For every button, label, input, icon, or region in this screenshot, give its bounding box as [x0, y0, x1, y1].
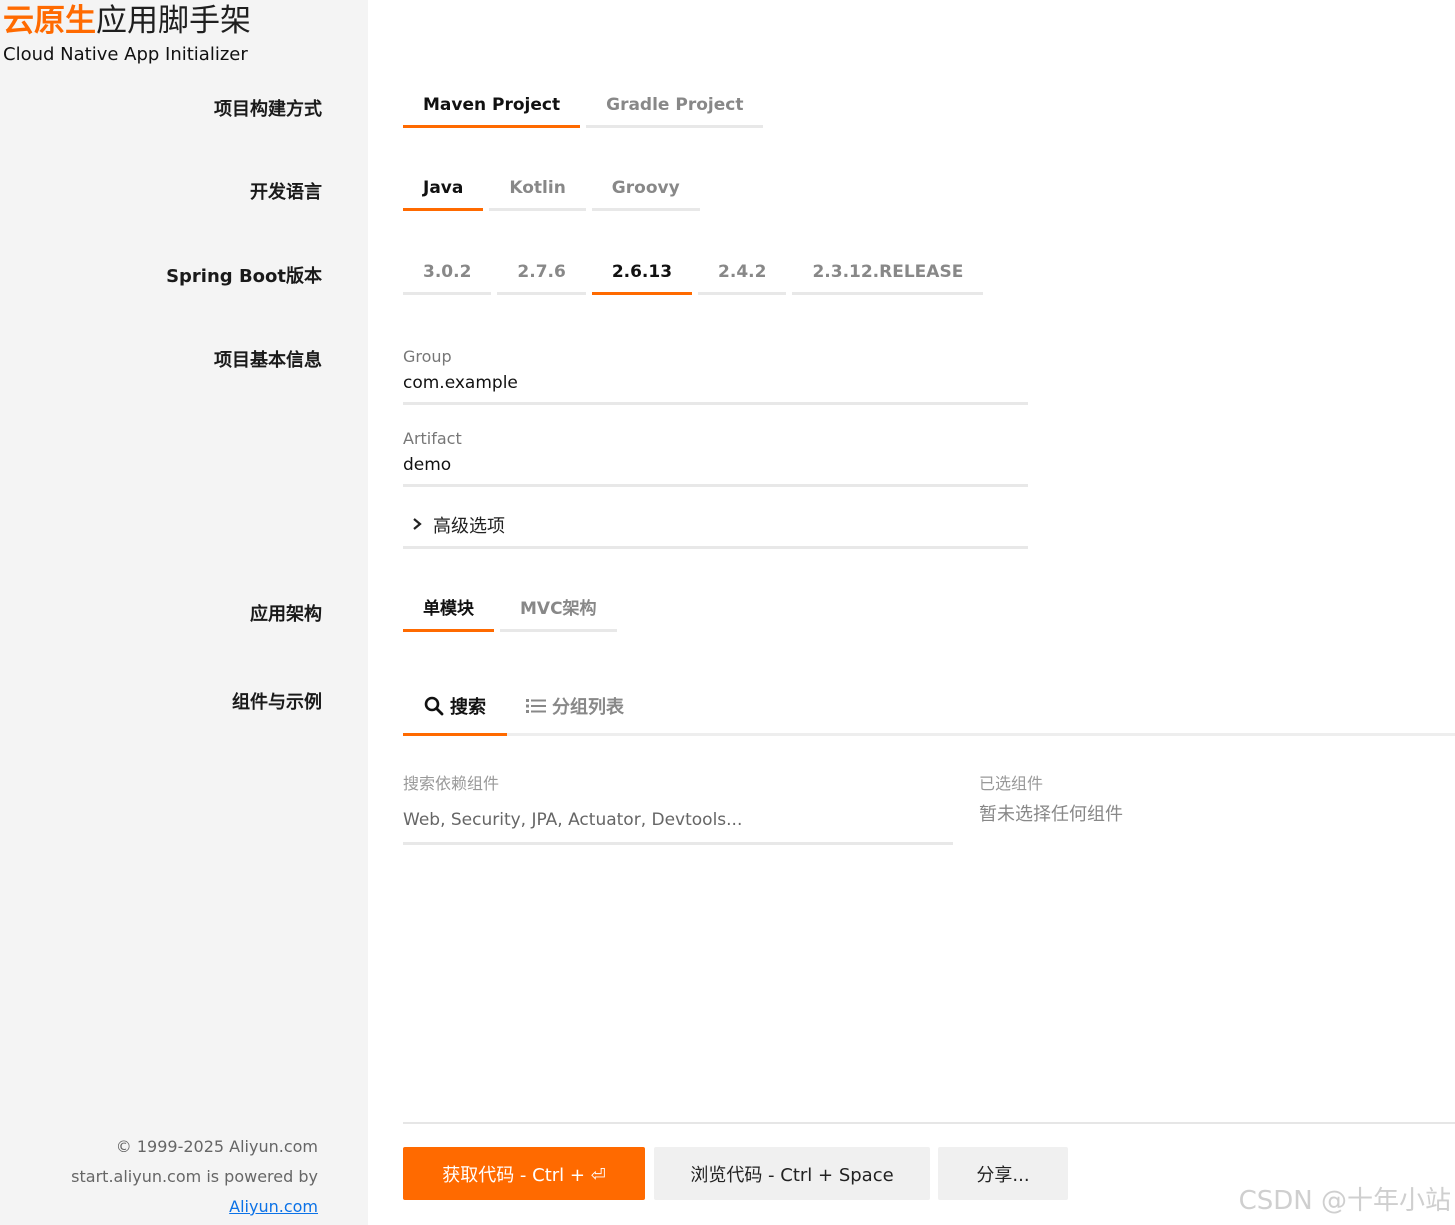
- artifact-label: Artifact: [403, 429, 462, 448]
- group-label: Group: [403, 347, 452, 366]
- components-tabs: 搜索 分组列表: [403, 678, 1455, 736]
- tab-group-list-label: 分组列表: [552, 696, 624, 718]
- artifact-field: Artifact: [403, 429, 1028, 487]
- tab-group-list[interactable]: 分组列表: [526, 678, 624, 733]
- label-architecture: 应用架构: [250, 604, 322, 625]
- advanced-options-toggle[interactable]: 高级选项: [403, 504, 1028, 549]
- label-boot-version: Spring Boot版本: [166, 266, 322, 287]
- artifact-input[interactable]: [403, 452, 1028, 478]
- tab-groovy[interactable]: Groovy: [591, 171, 700, 211]
- group-field: Group: [403, 347, 1028, 405]
- main-content: Maven Project Gradle Project Java Kotlin…: [403, 0, 1455, 1225]
- logo-title-main: 应用脚手架: [96, 3, 251, 39]
- sidebar: 云原生应用脚手架 Cloud Native App Initializer 项目…: [0, 0, 368, 1225]
- tab-mvc-architecture[interactable]: MVC架构: [500, 592, 617, 632]
- selected-components-label: 已选组件: [979, 774, 1044, 793]
- architecture-tabs: 单模块 MVC架构: [403, 592, 617, 632]
- search-label: 搜索依赖组件: [403, 774, 500, 793]
- tab-java[interactable]: Java: [403, 171, 484, 211]
- label-language: 开发语言: [250, 182, 322, 203]
- tab-kotlin[interactable]: Kotlin: [489, 171, 586, 211]
- footer-copyright: © 1999-2025 Aliyun.com: [115, 1137, 318, 1156]
- footer-powered: start.aliyun.com is powered by: [71, 1167, 318, 1186]
- tab-gradle-project[interactable]: Gradle Project: [586, 88, 764, 128]
- search-icon: [424, 696, 444, 716]
- logo-subtitle: Cloud Native App Initializer: [3, 44, 248, 65]
- share-button[interactable]: 分享...: [938, 1147, 1068, 1200]
- browse-code-button[interactable]: 浏览代码 - Ctrl + Space: [654, 1147, 930, 1200]
- tab-maven-project[interactable]: Maven Project: [403, 88, 581, 128]
- label-basic-info: 项目基本信息: [214, 350, 322, 371]
- footer: © 1999-2025 Aliyun.com start.aliyun.com …: [71, 1132, 318, 1222]
- build-method-tabs: Maven Project Gradle Project: [403, 88, 764, 128]
- search-input-wrap: [403, 804, 953, 845]
- logo-title-accent: 云原生: [3, 3, 96, 39]
- label-build-method: 项目构建方式: [214, 99, 322, 120]
- search-input[interactable]: [403, 804, 953, 836]
- logo[interactable]: 云原生应用脚手架 Cloud Native App Initializer: [3, 2, 251, 66]
- tab-search-label: 搜索: [450, 696, 486, 718]
- language-tabs: Java Kotlin Groovy: [403, 171, 700, 211]
- label-components: 组件与示例: [232, 692, 322, 713]
- tab-boot-2-4-2[interactable]: 2.4.2: [698, 255, 787, 295]
- tab-search[interactable]: 搜索: [403, 678, 507, 736]
- advanced-options-label: 高级选项: [433, 516, 505, 537]
- watermark: CSDN @十年小站: [1238, 1186, 1451, 1216]
- tab-boot-2-6-13[interactable]: 2.6.13: [591, 255, 693, 295]
- get-code-button[interactable]: 获取代码 - Ctrl + ⏎: [403, 1147, 645, 1200]
- tab-boot-2-3-12[interactable]: 2.3.12.RELEASE: [792, 255, 984, 295]
- selected-components-empty: 暂未选择任何组件: [979, 804, 1123, 825]
- tab-boot-3-0-2[interactable]: 3.0.2: [403, 255, 492, 295]
- group-input[interactable]: [403, 370, 1028, 396]
- footer-link[interactable]: Aliyun.com: [229, 1197, 318, 1216]
- tab-boot-2-7-6[interactable]: 2.7.6: [497, 255, 586, 295]
- chevron-right-icon: [411, 515, 423, 536]
- logo-title: 云原生应用脚手架: [3, 2, 251, 40]
- list-icon: [526, 698, 546, 714]
- divider: [403, 1122, 1455, 1124]
- boot-version-tabs: 3.0.2 2.7.6 2.6.13 2.4.2 2.3.12.RELEASE: [403, 255, 984, 295]
- tab-single-module[interactable]: 单模块: [403, 592, 494, 632]
